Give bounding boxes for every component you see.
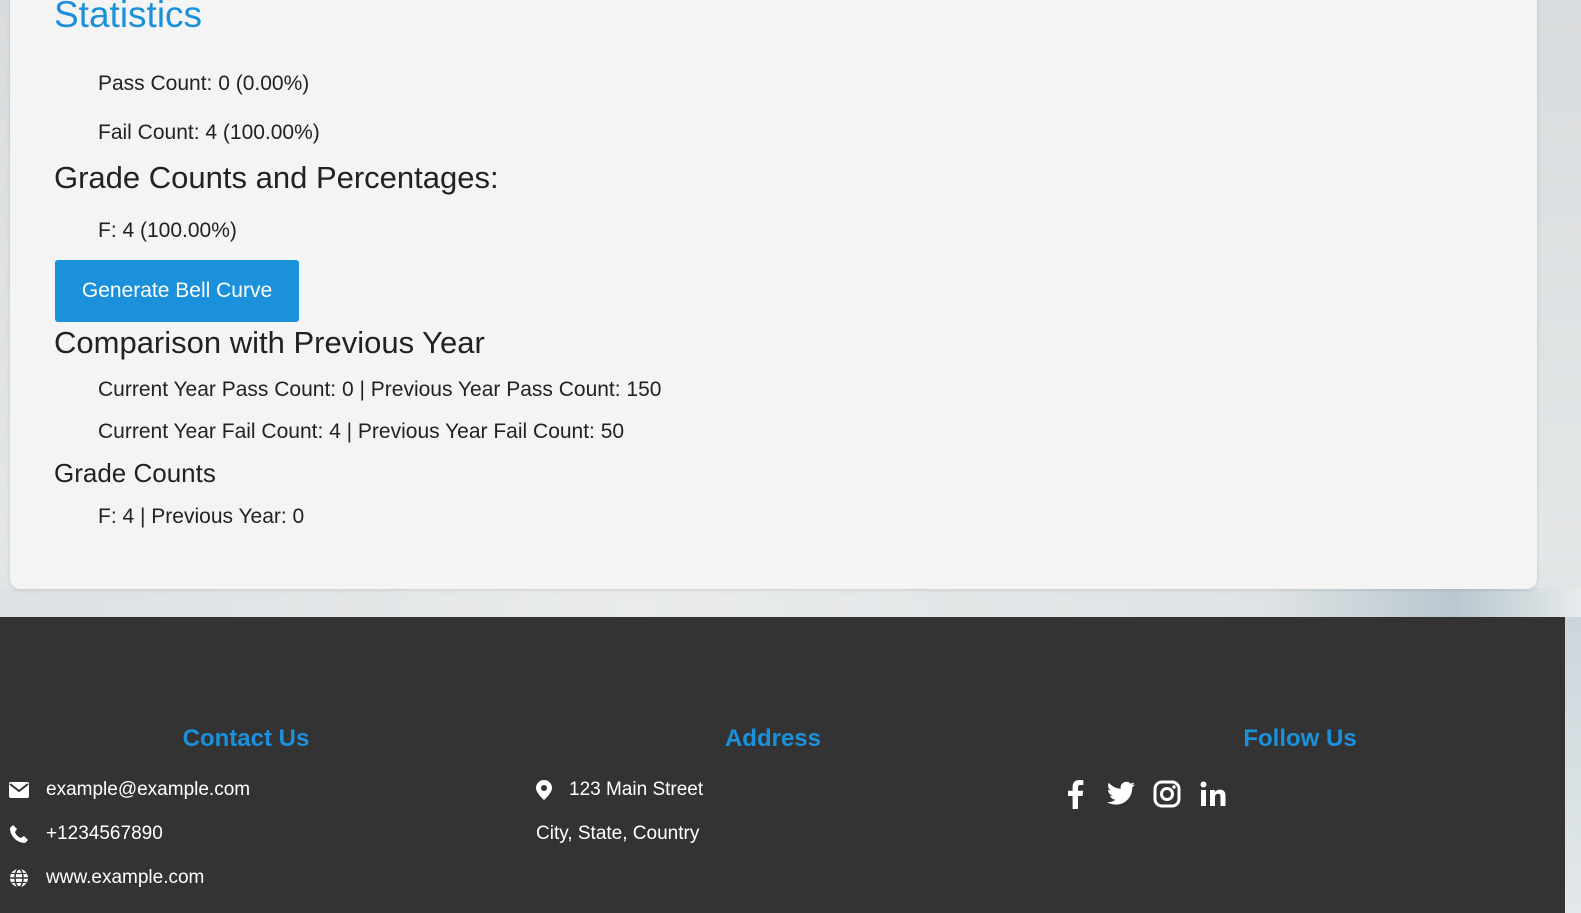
address-street: 123 Main Street xyxy=(533,779,703,801)
linkedin-icon[interactable] xyxy=(1198,777,1228,811)
page-background xyxy=(0,588,1581,618)
grade-f-percentage: F: 4 (100.00%) xyxy=(98,219,237,242)
email-text[interactable]: example@example.com xyxy=(46,779,250,801)
contact-phone[interactable]: +1234567890 xyxy=(8,823,163,845)
instagram-icon[interactable] xyxy=(1152,777,1182,811)
contact-website[interactable]: www.example.com xyxy=(8,867,204,889)
map-pin-icon xyxy=(533,779,555,801)
comparison-fail: Current Year Fail Count: 4 | Previous Ye… xyxy=(98,420,625,443)
generate-bell-curve-button[interactable]: Generate Bell Curve xyxy=(55,260,299,322)
statistics-title: Statistics xyxy=(54,0,203,35)
comparison-heading: Comparison with Previous Year xyxy=(54,325,485,360)
follow-heading: Follow Us xyxy=(1243,725,1357,752)
comparison-pass: Current Year Pass Count: 0 | Previous Ye… xyxy=(98,378,662,401)
site-footer: Contact Us example@example.com +12345678… xyxy=(0,617,1565,913)
grade-counts-f: F: 4 | Previous Year: 0 xyxy=(98,505,305,528)
social-links xyxy=(1060,777,1228,811)
page-background-edge xyxy=(1565,617,1581,913)
contact-heading: Contact Us xyxy=(182,725,310,752)
city-text: City, State, Country xyxy=(536,823,700,844)
grade-counts-heading: Grade Counts xyxy=(54,458,216,488)
phone-icon xyxy=(8,823,30,845)
address-heading: Address xyxy=(724,725,822,752)
address-city: City, State, Country xyxy=(536,823,699,845)
pass-count: Pass Count: 0 (0.00%) xyxy=(98,72,310,95)
twitter-icon[interactable] xyxy=(1106,777,1136,811)
envelope-icon xyxy=(8,779,30,801)
contact-email[interactable]: example@example.com xyxy=(8,779,250,801)
grade-percentages-heading: Grade Counts and Percentages: xyxy=(54,160,499,195)
phone-text[interactable]: +1234567890 xyxy=(46,823,163,845)
facebook-icon[interactable] xyxy=(1060,777,1090,811)
street-text: 123 Main Street xyxy=(569,779,704,800)
globe-icon xyxy=(8,867,30,889)
website-text[interactable]: www.example.com xyxy=(46,867,204,889)
fail-count: Fail Count: 4 (100.00%) xyxy=(98,121,320,144)
